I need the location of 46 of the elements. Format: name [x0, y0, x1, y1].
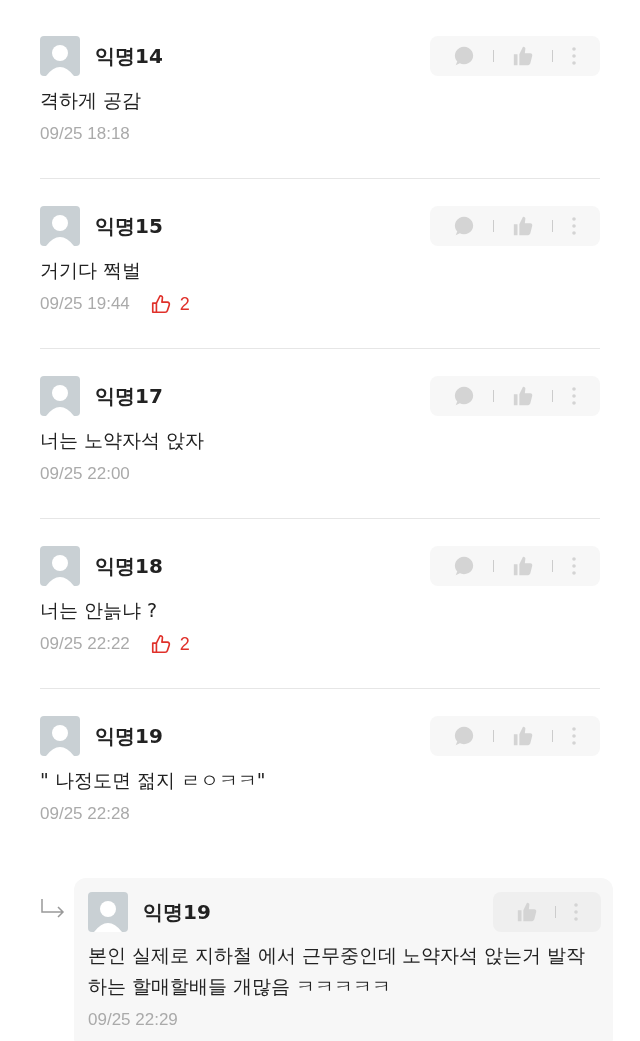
timestamp: 09/25 22:00 — [40, 464, 130, 484]
author-name: 익명18 — [95, 552, 164, 580]
comment-icon[interactable] — [453, 555, 475, 577]
comment-text: 격하게 공감 — [40, 88, 143, 113]
comment-icon[interactable] — [453, 215, 475, 237]
comment-text: 너는 노약자석 앉자 — [40, 428, 206, 453]
thumbs-up-icon — [149, 633, 172, 655]
thumbs-up-icon[interactable] — [512, 45, 534, 67]
author-name: 익명19 — [143, 898, 212, 926]
reply-arrow-icon — [40, 898, 66, 918]
comment-icon[interactable] — [453, 725, 475, 747]
thumbs-up-icon — [149, 293, 172, 315]
more-icon[interactable] — [571, 556, 577, 576]
author-name: 익명17 — [95, 382, 164, 410]
more-icon[interactable] — [572, 902, 579, 922]
avatar-icon — [40, 716, 80, 756]
timestamp: 09/25 19:44 — [40, 294, 130, 314]
avatar-icon — [40, 36, 80, 76]
more-icon[interactable] — [571, 726, 577, 746]
avatar-icon — [88, 892, 128, 932]
like-count: 2 — [179, 633, 190, 655]
like-count: 2 — [179, 293, 190, 315]
timestamp: 09/25 18:18 — [40, 124, 130, 144]
more-icon[interactable] — [571, 386, 577, 406]
comment-icon[interactable] — [453, 45, 475, 67]
thumbs-up-icon[interactable] — [512, 215, 534, 237]
author-name: 익명15 — [95, 212, 164, 240]
thumbs-up-icon[interactable] — [512, 725, 534, 747]
timestamp: 09/25 22:28 — [40, 804, 130, 824]
thumbs-up-icon[interactable] — [512, 555, 534, 577]
comment-text: 너는 안늙냐 ? — [40, 598, 159, 623]
avatar-icon — [40, 376, 80, 416]
comment-text: 거기다 쩍벌 — [40, 258, 143, 283]
more-icon[interactable] — [571, 46, 577, 66]
timestamp: 09/25 22:22 — [40, 634, 130, 654]
more-icon[interactable] — [571, 216, 577, 236]
thumbs-up-icon[interactable] — [512, 385, 534, 407]
avatar-icon — [40, 206, 80, 246]
comment-text: 본인 실제로 지하철 에서 근무중인데 노약자석 앉는거 발작하는 할매할배들 개많음 ㅋㅋㅋㅋㅋ — [88, 944, 587, 999]
comment-icon[interactable] — [453, 385, 475, 407]
thumbs-up-icon[interactable] — [515, 901, 538, 923]
author-name: 익명14 — [95, 42, 164, 70]
comment-text: " 나정도면 젊지 ㄹㅇㅋㅋ" — [40, 768, 267, 793]
author-name: 익명19 — [95, 722, 164, 750]
avatar-icon — [40, 546, 80, 586]
timestamp: 09/25 22:29 — [88, 1010, 178, 1030]
